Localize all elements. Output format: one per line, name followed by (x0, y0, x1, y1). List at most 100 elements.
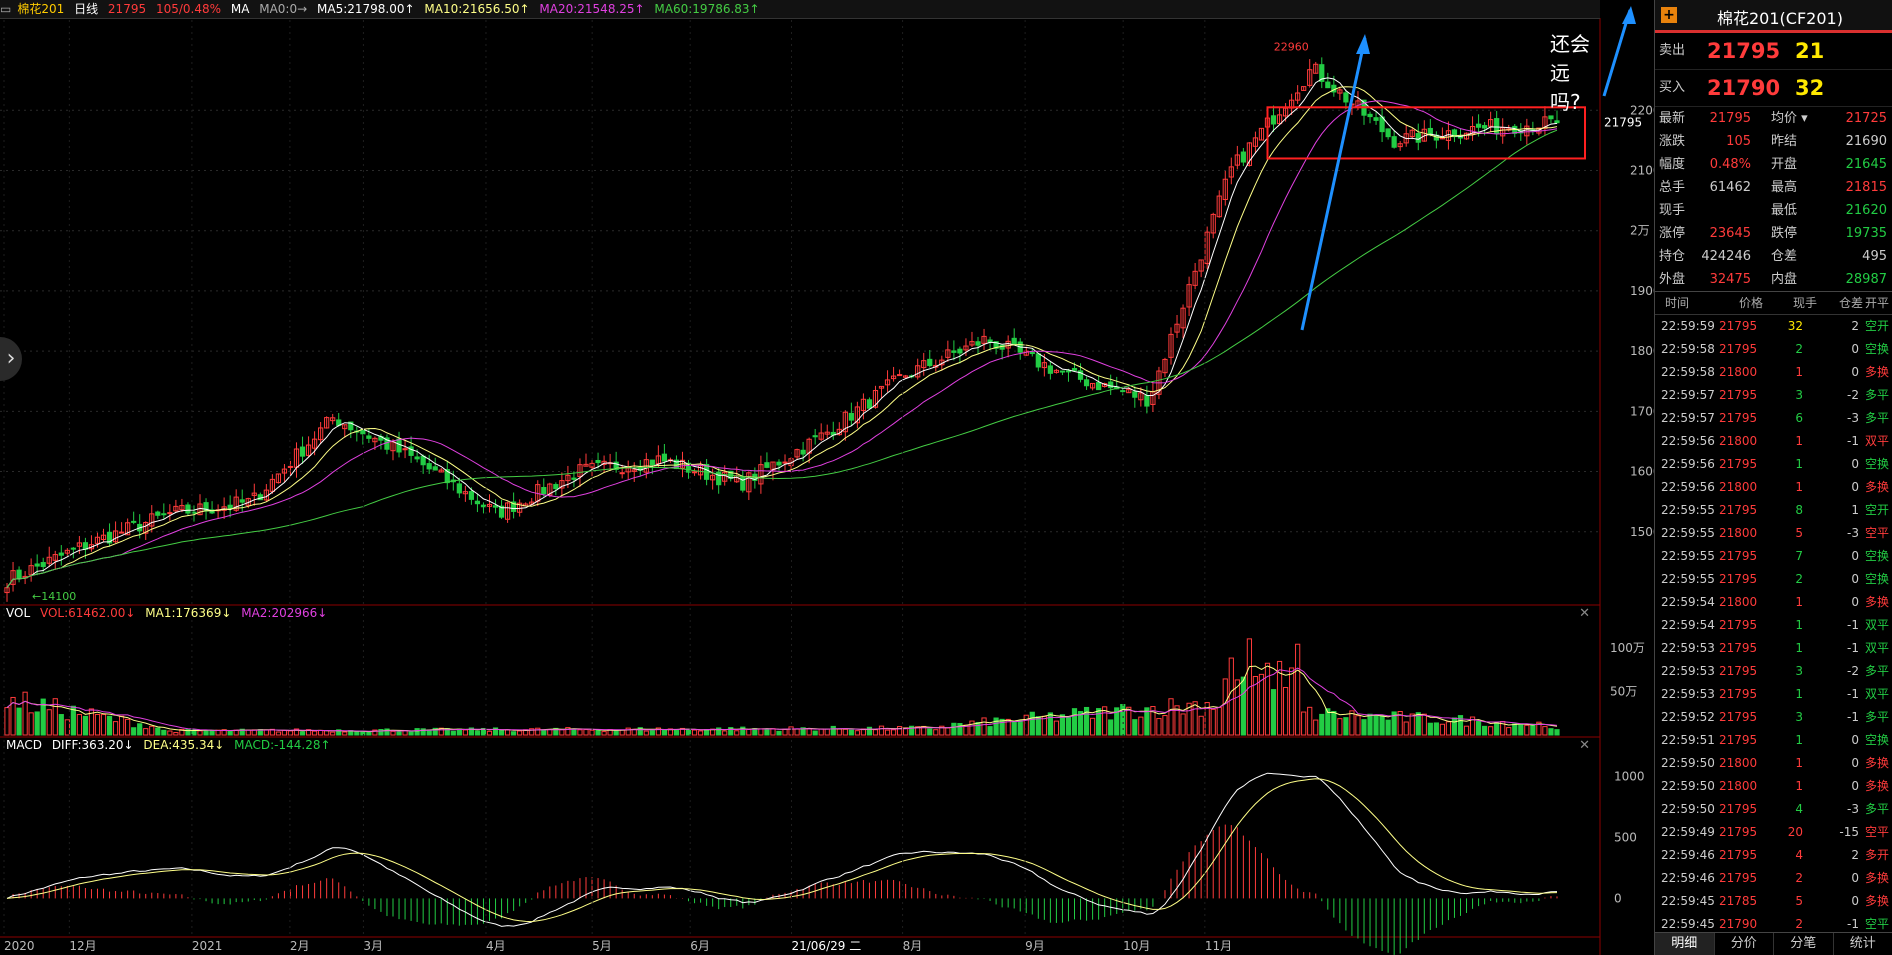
volume-bar (1126, 706, 1132, 736)
macd-close-icon[interactable]: ✕ (1579, 738, 1590, 753)
tick-row[interactable]: 22:59:59 21795 32 2 空开 (1655, 315, 1892, 338)
tick-row[interactable]: 22:59:58 21795 2 0 空换 (1655, 338, 1892, 361)
tab-0[interactable]: 明细 (1655, 933, 1715, 955)
tick-header-cell: 价格 (1739, 296, 1764, 310)
tick-row[interactable]: 22:59:55 21800 5 -3 空平 (1655, 522, 1892, 545)
tab-2[interactable]: 分笔 (1774, 933, 1834, 955)
volume-bar (1518, 723, 1524, 736)
macd-title[interactable]: MACD (6, 738, 42, 752)
candle-body (227, 504, 233, 509)
tick-time: 22:59:50 (1661, 756, 1715, 770)
tick-row[interactable]: 22:59:45 21785 5 0 多换 (1655, 890, 1892, 913)
volume-bar (287, 730, 294, 736)
candle-body (1548, 115, 1554, 120)
tick-price: 21795 (1719, 871, 1758, 885)
candle-body (167, 512, 173, 515)
volume-bar (1433, 722, 1439, 736)
ma60-line (6, 129, 1558, 588)
candle-body (432, 466, 438, 471)
tick-row[interactable]: 22:59:55 21795 7 0 空换 (1655, 545, 1892, 568)
volume-bar (1210, 708, 1216, 736)
macd-dea: DEA:435.34↓ (143, 738, 225, 752)
volume-bar (812, 730, 818, 736)
candle-body (492, 505, 499, 508)
volume-bar (1168, 698, 1174, 736)
tick-row[interactable]: 22:59:50 21795 4 -3 多平 (1655, 798, 1892, 821)
tick-price: 21795 (1719, 457, 1758, 471)
tick-price: 21795 (1719, 572, 1758, 586)
tick-oi-change: 2 (1851, 848, 1859, 862)
tick-row[interactable]: 22:59:56 21800 1 -1 双平 (1655, 430, 1892, 453)
tick-price: 21795 (1719, 710, 1758, 724)
tick-row[interactable]: 22:59:58 21800 1 0 多换 (1655, 361, 1892, 384)
tick-oi-change: 0 (1851, 894, 1859, 908)
tick-row[interactable]: 22:59:46 21795 2 0 多换 (1655, 867, 1892, 890)
volume-bar (1289, 667, 1295, 736)
candle-body (239, 499, 245, 503)
tab-1[interactable]: 分价 (1715, 933, 1774, 955)
add-icon[interactable]: + (1661, 7, 1677, 23)
tick-time: 22:59:57 (1661, 388, 1715, 402)
volume-bar (1138, 716, 1144, 736)
tick-list[interactable]: 22:59:59 21795 32 2 空开 22:59:58 21795 2 0 空换 22:59… (1655, 315, 1892, 936)
tick-row[interactable]: 22:59:53 21795 1 -1 双平 (1655, 637, 1892, 660)
ma-select[interactable]: MA (231, 2, 250, 16)
vol-tick-label: 50万 (1610, 685, 1637, 699)
tick-row[interactable]: 22:59:56 21800 1 0 多换 (1655, 476, 1892, 499)
quote-row: 最新 21795 均价 ▾ 21725 (1655, 107, 1892, 130)
tick-row[interactable]: 22:59:55 21795 8 1 空开 (1655, 499, 1892, 522)
volume-bar (396, 731, 402, 736)
tick-row[interactable]: 22:59:49 21795 20 -15 空平 (1655, 821, 1892, 844)
tick-row[interactable]: 22:59:50 21800 1 0 多换 (1655, 775, 1892, 798)
volume-bar (1307, 706, 1313, 736)
x-axis-label: 6月 (690, 939, 710, 953)
tick-row[interactable]: 22:59:57 21795 6 -3 多平 (1655, 407, 1892, 430)
period-select[interactable]: 日线 (74, 2, 98, 16)
symbol-name[interactable]: 棉花201 (17, 2, 64, 16)
volume-bar (740, 726, 746, 736)
volume-bar (1463, 725, 1470, 736)
volume-bar (896, 726, 903, 736)
volume-bar (299, 731, 306, 736)
volume-bar (1524, 724, 1530, 736)
tick-row[interactable]: 22:59:52 21795 3 -1 多平 (1655, 706, 1892, 729)
x-axis-label: 5月 (592, 939, 612, 953)
quote-value: 21795 (1709, 111, 1751, 126)
tick-qty: 5 (1795, 526, 1803, 540)
candle-body (1475, 123, 1482, 128)
vol-title[interactable]: VOL (6, 606, 30, 620)
candle-body (70, 547, 76, 550)
kline-chart[interactable]: 22000210002万1900018000170001600015000229… (0, 0, 1654, 955)
ma20-value: MA20:21548.25↑ (539, 2, 645, 16)
volume-bar (414, 728, 420, 736)
tick-row[interactable]: 22:59:50 21800 1 0 多换 (1655, 752, 1892, 775)
volume-bar (408, 731, 414, 736)
candle-body (40, 562, 46, 568)
tick-time: 22:59:53 (1661, 664, 1715, 678)
volume-bar (1222, 678, 1228, 736)
tick-row[interactable]: 22:59:54 21795 1 -1 双平 (1655, 614, 1892, 637)
vol-close-icon[interactable]: ✕ (1579, 606, 1590, 621)
tick-row[interactable]: 22:59:53 21795 3 -2 多平 (1655, 660, 1892, 683)
price-tick-label: 17000 (1630, 404, 1654, 418)
tick-row[interactable]: 22:59:54 21800 1 0 多换 (1655, 591, 1892, 614)
tick-oi-change: -1 (1847, 687, 1859, 701)
tick-time: 22:59:53 (1661, 641, 1715, 655)
chart-area[interactable]: 22000210002万1900018000170001600015000229… (0, 0, 1654, 955)
tab-3[interactable]: 统计 (1834, 933, 1892, 955)
tick-row[interactable]: 22:59:57 21795 3 -2 多平 (1655, 384, 1892, 407)
tick-row[interactable]: 22:59:55 21795 2 0 空换 (1655, 568, 1892, 591)
volume-bar (1108, 719, 1114, 736)
tick-row[interactable]: 22:59:51 21795 1 0 空换 (1655, 729, 1892, 752)
volume-bar (1355, 715, 1361, 736)
contract-title[interactable]: 棉花201(CF201) (1717, 5, 1843, 29)
tick-oi-change: 1 (1851, 503, 1859, 517)
tick-header-cell: 开平 (1864, 296, 1889, 310)
volume-bar (571, 728, 577, 736)
ask-label: 卖出 (1659, 43, 1686, 58)
tick-row[interactable]: 22:59:56 21795 1 0 空换 (1655, 453, 1892, 476)
tick-oi-change: 0 (1851, 365, 1859, 379)
tick-row[interactable]: 22:59:46 21795 4 2 多开 (1655, 844, 1892, 867)
tick-row[interactable]: 22:59:53 21795 1 -1 双平 (1655, 683, 1892, 706)
tick-time: 22:59:56 (1661, 457, 1715, 471)
